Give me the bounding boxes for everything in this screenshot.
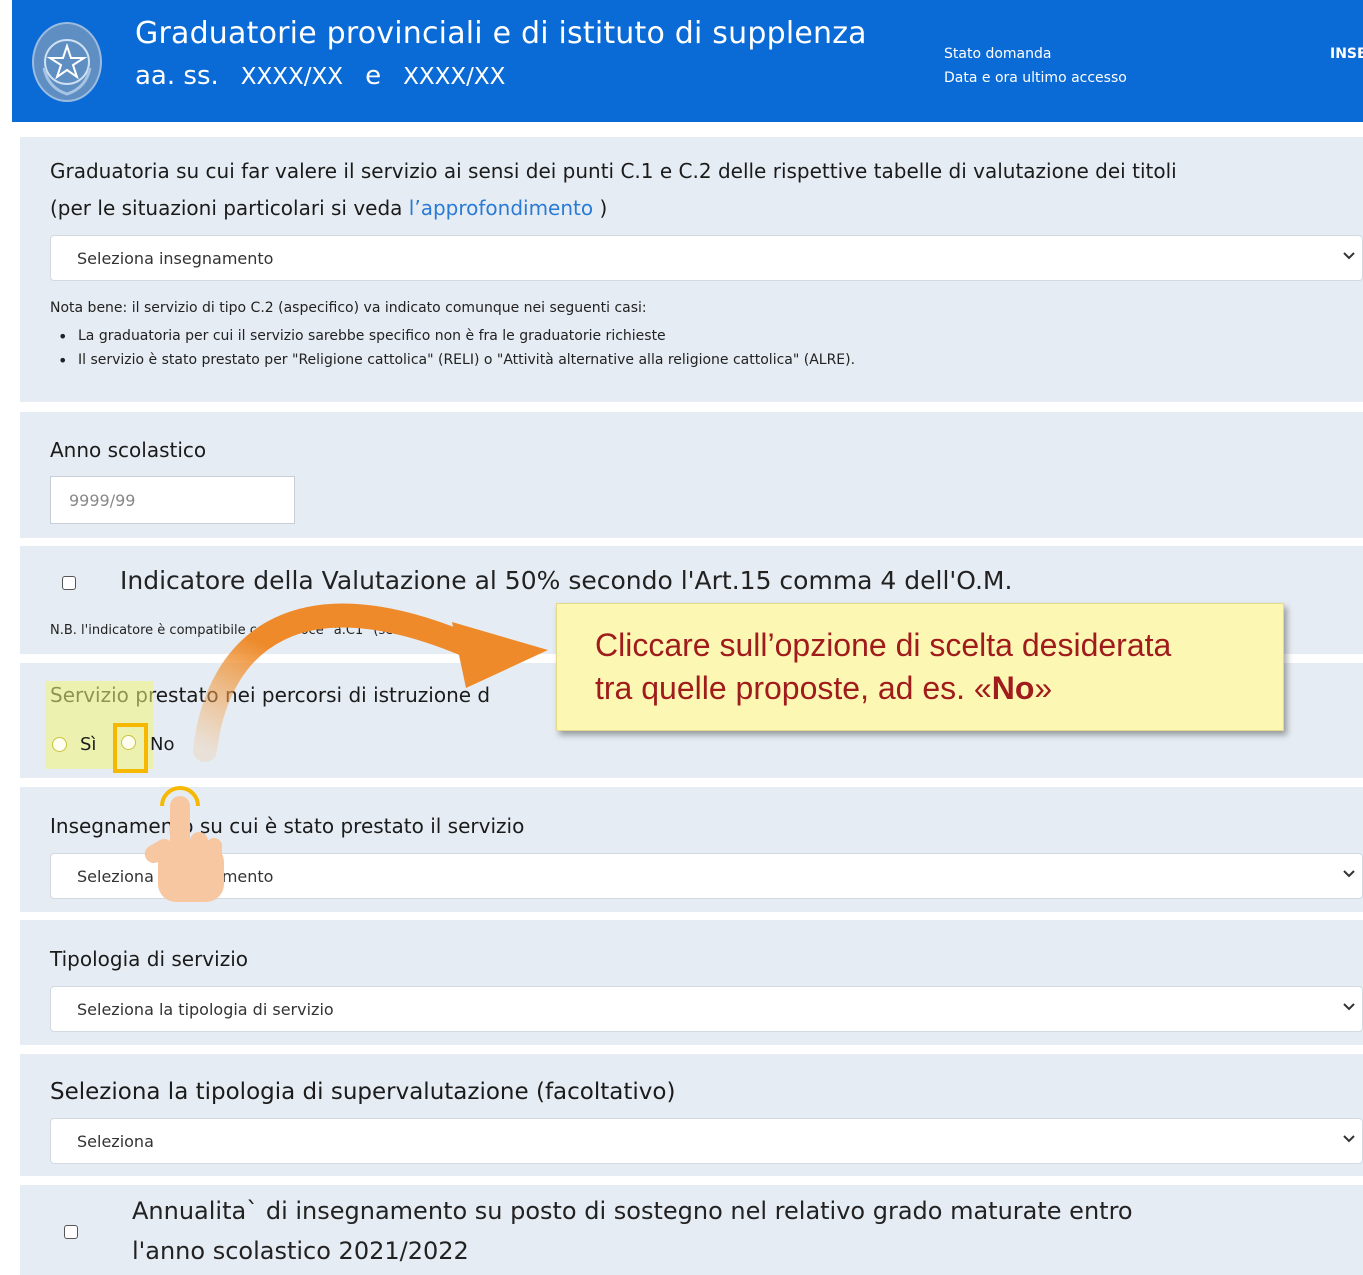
supervalutazione-select-value: Seleziona [77,1132,154,1151]
year-b: XXXX/XX [403,64,506,90]
section-supervalutazione: Seleziona la tipologia di supervalutazio… [20,1054,1363,1176]
indicatore-checkbox[interactable] [62,576,76,590]
graduatoria-label-prefix: (per le situazioni particolari si veda [50,196,409,220]
graduatoria-label-suffix: ) [593,196,608,220]
callout-emphasis: No [991,670,1035,706]
section-annualita: Annualita` di insegnamento su posto di s… [20,1185,1363,1275]
subtitle-joiner: e [365,61,382,91]
graduatoria-label-2: (per le situazioni particolari si veda l… [50,196,607,220]
approfondimento-link[interactable]: l’approfondimento [409,196,593,220]
app-subtitle: aa. ss. XXXX/XX e XXXX/XX [135,58,505,95]
callout-line-2: tra quelle proposte, ad es. «No» [595,667,1171,710]
radio-si[interactable] [52,737,67,752]
graduatoria-label: Graduatoria su cui far valere il servizi… [50,159,1177,183]
graduatoria-bullet: Il servizio è stato prestato per "Religi… [58,351,855,370]
graduatoria-select[interactable]: Seleziona insegnamento [50,235,1363,281]
tipologia-label: Tipologia di servizio [50,947,248,971]
radio-no-highlight [113,723,148,773]
callout-line-1: Cliccare sull’opzione di scelta desidera… [595,627,1172,663]
callout-text: Cliccare sull’opzione di scelta desidera… [595,624,1171,710]
insegnamento-select-value: Seleziona insegnamento [77,867,274,886]
insegnamento-select[interactable]: Seleziona insegnamento [50,853,1363,899]
status-label: Stato domanda [944,46,1052,62]
anno-input[interactable] [51,477,294,524]
chevron-down-icon [1342,1131,1356,1150]
status-value: INSERIT [1330,46,1363,62]
anno-label: Anno scolastico [50,438,207,462]
callout-line-2-prefix: tra quelle proposte, ad es. « [595,670,992,706]
supervalutazione-select[interactable]: Seleziona [50,1118,1363,1164]
annualita-label-1: Annualita` di insegnamento su posto di s… [132,1197,1133,1225]
annualita-checkbox[interactable] [64,1225,78,1239]
radio-si-label: Sì [80,734,97,755]
status-labels: Stato domanda Data e ora ultimo accesso [944,42,1127,90]
chevron-down-icon [1342,999,1356,1018]
chevron-down-icon [1342,248,1356,267]
tipologia-select[interactable]: Seleziona la tipologia di servizio [50,986,1363,1032]
callout-line-2-suffix: » [1034,670,1053,706]
section-graduatoria: Graduatoria su cui far valere il servizi… [20,137,1363,402]
subtitle-prefix: aa. ss. [135,61,219,91]
supervalutazione-label: Seleziona la tipologia di supervalutazio… [50,1079,676,1105]
annualita-label-2: l'anno scolastico 2021/2022 [132,1237,469,1265]
italian-republic-emblem-icon [32,22,102,102]
indicatore-note: N.B. l'indicatore è compatibile con la v… [50,623,440,638]
section-tipologia: Tipologia di servizio Seleziona la tipol… [20,920,1363,1045]
app-title: Graduatorie provinciali e di istituto di… [135,16,867,51]
instruction-callout: Cliccare sull’opzione di scelta desidera… [556,603,1284,731]
indicatore-label: Indicatore della Valutazione al 50% seco… [120,566,1013,595]
tipologia-select-value: Seleziona la tipologia di servizio [77,1000,334,1019]
graduatoria-select-value: Seleziona insegnamento [77,249,274,268]
section-insegnamento: Insegnamento su cui è stato prestato il … [20,787,1363,912]
insegnamento-label: Insegnamento su cui è stato prestato il … [50,814,525,838]
last-access-label: Data e ora ultimo accesso [944,70,1127,86]
section-anno: Anno scolastico [20,412,1363,538]
graduatoria-note: Nota bene: il servizio di tipo C.2 (aspe… [50,300,647,316]
year-a: XXXX/XX [240,64,344,90]
graduatoria-bullet: La graduatoria per cui il servizio sareb… [58,327,666,346]
chevron-down-icon [1342,866,1356,885]
anno-input-wrapper [50,476,295,524]
app-header: Graduatorie provinciali e di istituto di… [12,0,1363,122]
radio-no-label: No [150,734,175,755]
